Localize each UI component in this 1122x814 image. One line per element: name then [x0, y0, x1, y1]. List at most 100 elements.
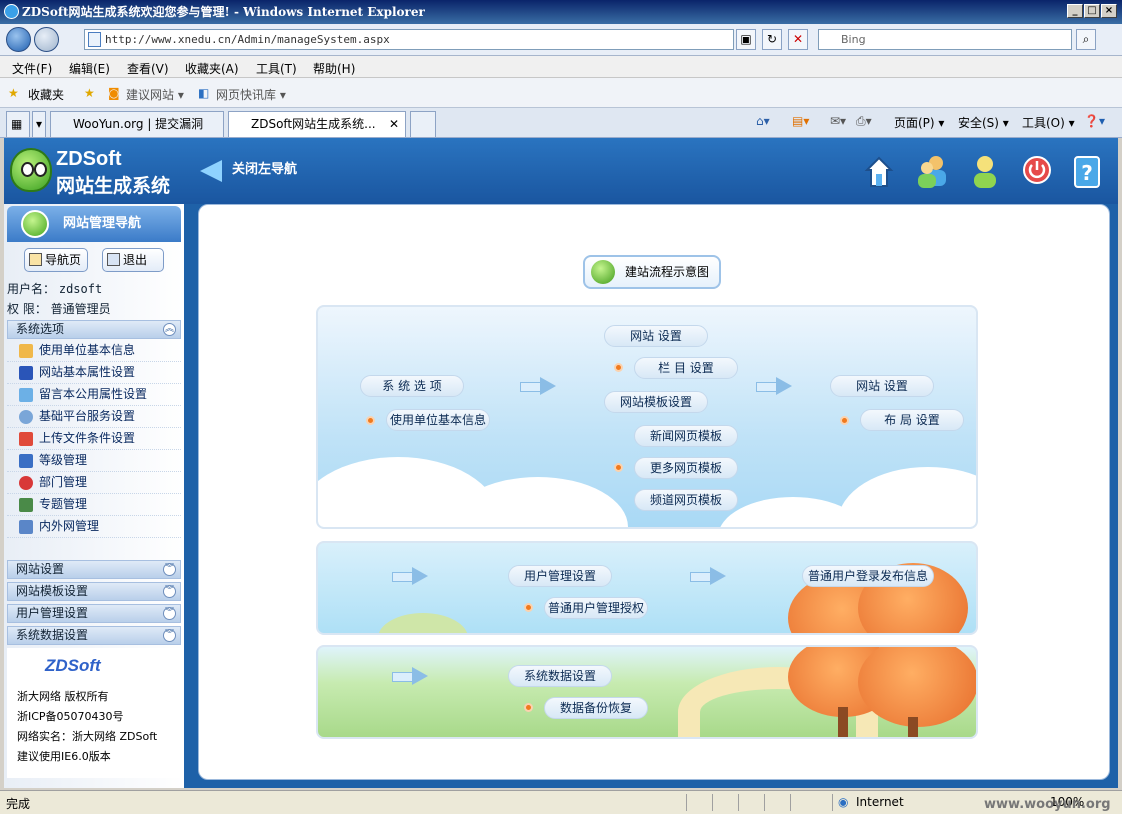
section-system-options[interactable]: 系统选项 ︽: [7, 320, 181, 339]
node-user-authorization[interactable]: 普通用户管理授权: [544, 597, 648, 619]
tab-zdsoft[interactable]: ZDSoft网站生成系统... ✕: [228, 111, 406, 137]
bullet-icon: [524, 703, 533, 712]
mail-icon[interactable]: ✉▾: [830, 114, 846, 128]
page-menu[interactable]: 页面(P) ▾: [894, 114, 944, 131]
close-nav-label: 关闭左导航: [232, 162, 298, 177]
address-input[interactable]: http://www.xnedu.cn/Admin/manageSystem.a…: [84, 29, 734, 50]
users-icon[interactable]: [916, 154, 946, 190]
node-news-template[interactable]: 新闻网页模板: [634, 425, 738, 447]
menu-file[interactable]: 文件(F): [12, 60, 52, 77]
node-unit-info[interactable]: 使用单位基本信息: [386, 409, 490, 431]
status-divider: [738, 794, 739, 811]
address-bar-row: http://www.xnedu.cn/Admin/manageSystem.a…: [0, 24, 1122, 56]
node-data-backup[interactable]: 数据备份恢复: [544, 697, 648, 719]
chevron-down-icon[interactable]: ︾: [163, 563, 176, 576]
trunk-shape: [838, 707, 848, 737]
back-button[interactable]: [6, 27, 31, 52]
search-input[interactable]: Bing: [818, 29, 1072, 50]
new-tab-button[interactable]: [410, 111, 436, 137]
nav-home-button[interactable]: 导航页: [24, 248, 88, 272]
node-system-data[interactable]: 系统数据设置: [508, 665, 612, 687]
suggested-sites-link[interactable]: 建议网站 ▾: [126, 86, 184, 103]
section-template-settings[interactable]: 网站模板设置 ︾: [7, 582, 181, 601]
section-site-settings[interactable]: 网站设置 ︾: [7, 560, 181, 579]
arrow-right-icon: [392, 667, 428, 685]
menu-tools[interactable]: 工具(T): [256, 60, 297, 77]
node-site-settings-right[interactable]: 网站 设置: [830, 375, 934, 397]
username-line: 用户名： zdsoft: [7, 280, 102, 297]
sidebar-item-upload[interactable]: 上传文件条件设置: [7, 428, 181, 450]
quick-tabs-button[interactable]: ▦: [6, 111, 30, 137]
logout-button[interactable]: 退出: [102, 248, 164, 272]
close-left-nav-button[interactable]: 关闭左导航: [200, 160, 298, 182]
feeds-icon[interactable]: ▤▾: [792, 114, 809, 128]
nav-home-label: 导航页: [45, 253, 82, 267]
maximize-button[interactable]: □: [1084, 4, 1100, 18]
favorites-button[interactable]: 收藏夹: [28, 86, 64, 103]
sidebar-item-platform[interactable]: 基础平台服务设置: [7, 406, 181, 428]
status-divider: [764, 794, 765, 811]
chevron-up-icon[interactable]: ︽: [163, 323, 176, 336]
node-system-options[interactable]: 系 统 选 项: [360, 375, 464, 397]
power-icon[interactable]: [1022, 154, 1052, 190]
sidebar-item-unit-info[interactable]: 使用单位基本信息: [7, 340, 181, 362]
node-user-management[interactable]: 用户管理设置: [508, 565, 612, 587]
user-icon[interactable]: [970, 154, 1000, 190]
tab-list-button[interactable]: ▾: [32, 111, 46, 137]
sidebar-item-departments[interactable]: 部门管理: [7, 472, 181, 494]
zone-text: Internet: [856, 795, 904, 809]
sidebar-item-guestbook[interactable]: 留言本公用属性设置: [7, 384, 181, 406]
print-icon[interactable]: ⎙▾: [856, 114, 872, 129]
sidebar-title: 网站管理导航: [63, 216, 142, 231]
menu-favorites[interactable]: 收藏夹(A): [185, 60, 239, 77]
minimize-button[interactable]: _: [1067, 4, 1083, 18]
menu-help[interactable]: 帮助(H): [313, 60, 355, 77]
help-icon[interactable]: ?: [1072, 154, 1102, 190]
footer-icp: 浙ICP备05070430号: [17, 710, 124, 723]
menu-edit[interactable]: 编辑(E): [69, 60, 110, 77]
sidebar-item-levels[interactable]: 等级管理: [7, 450, 181, 472]
home-icon[interactable]: [864, 154, 894, 190]
tab-wooyun[interactable]: WooYun.org | 提交漏洞: [50, 111, 224, 137]
sidebar-item-topics[interactable]: 专题管理: [7, 494, 181, 516]
refresh-button[interactable]: ↻: [762, 29, 782, 50]
safety-menu[interactable]: 安全(S) ▾: [958, 114, 1009, 131]
sidebar-item-label: 留言本公用属性设置: [39, 387, 148, 401]
sidebar-item-site-properties[interactable]: 网站基本属性设置: [7, 362, 181, 384]
chevron-down-icon[interactable]: ︾: [163, 629, 176, 642]
section-data-settings[interactable]: 系统数据设置 ︾: [7, 626, 181, 645]
node-template-settings[interactable]: 网站模板设置: [604, 391, 708, 413]
zdsoft-app: ZDSoft 网站生成系统 关闭左导航 ? 网站管理导航 导航页 退出 用户名：…: [4, 138, 1118, 788]
close-tab-icon[interactable]: ✕: [389, 112, 399, 136]
monitor-icon: [19, 520, 33, 534]
search-icon[interactable]: ⌕: [1076, 29, 1096, 50]
node-site-settings-top[interactable]: 网站 设置: [604, 325, 708, 347]
node-layout-settings[interactable]: 布 局 设置: [860, 409, 964, 431]
compat-view-button[interactable]: ▣: [736, 29, 756, 50]
home-icon[interactable]: ⌂▾: [756, 114, 770, 128]
close-window-button[interactable]: ×: [1101, 4, 1117, 18]
node-channel-template[interactable]: 频道网页模板: [634, 489, 738, 511]
help-icon[interactable]: ❓▾: [1084, 114, 1105, 128]
forward-button[interactable]: [34, 27, 59, 52]
node-user-publish[interactable]: 普通用户登录发布信息: [802, 565, 934, 587]
web-slice-gallery-link[interactable]: 网页快讯库 ▾: [216, 86, 286, 103]
stop-button[interactable]: ✕: [788, 29, 808, 50]
tools-menu[interactable]: 工具(O) ▾: [1022, 114, 1075, 131]
role-line: 权 限： 普通管理员: [7, 300, 111, 317]
status-divider: [832, 794, 833, 811]
node-column-settings[interactable]: 栏 目 设置: [634, 357, 738, 379]
section-user-settings[interactable]: 用户管理设置 ︾: [7, 604, 181, 623]
add-favorite-icon[interactable]: ★: [84, 86, 95, 100]
svg-text:?: ?: [1081, 161, 1093, 185]
sidebar-item-network[interactable]: 内外网管理: [7, 516, 181, 538]
chevron-down-icon[interactable]: ︾: [163, 607, 176, 620]
bullet-icon: [524, 603, 533, 612]
hill-shape: [378, 613, 468, 633]
menu-view[interactable]: 查看(V): [127, 60, 169, 77]
sidebar: 网站管理导航 导航页 退出 用户名： zdsoft 权 限： 普通管理员 系统选…: [4, 204, 184, 788]
chevron-down-icon[interactable]: ︾: [163, 585, 176, 598]
flow-diagram-title[interactable]: 建站流程示意图: [583, 255, 721, 289]
status-bar: 完成 ◉ Internet 100% www.wooyun.org: [0, 790, 1122, 814]
node-more-template[interactable]: 更多网页模板: [634, 457, 738, 479]
